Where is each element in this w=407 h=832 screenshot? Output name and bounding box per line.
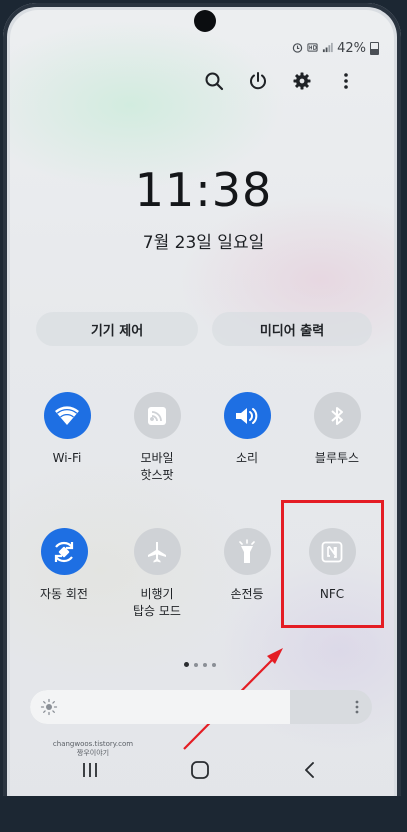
home-button[interactable] (180, 752, 220, 788)
tile-airplane-mode-toggle[interactable] (133, 528, 181, 575)
nfc-highlight-box (281, 500, 384, 628)
search-button[interactable] (195, 64, 233, 98)
power-button[interactable] (239, 64, 277, 98)
brightness-more-icon[interactable] (352, 697, 362, 717)
brightness-slider-fill (30, 690, 290, 724)
alarm-icon (292, 42, 303, 55)
page-indicator (184, 662, 216, 667)
battery-percent: 42% (337, 41, 366, 56)
signal-icon (322, 42, 333, 55)
battery-icon (370, 42, 379, 55)
sound-icon (236, 407, 258, 424)
auto-rotate-icon (54, 541, 74, 562)
page-dot-4 (212, 662, 216, 667)
search-icon (205, 72, 224, 91)
front-camera (194, 10, 216, 32)
tile-bluetooth[interactable]: 블루투스 (292, 392, 382, 467)
clock-date: 7월 23일 일요일 (142, 233, 265, 253)
flashlight-icon (239, 538, 255, 563)
tile-airplane-mode-label: 비행기 탑승 모드 (133, 587, 181, 618)
tile-wifi[interactable]: Wi-Fi (22, 392, 112, 467)
recent-apps-icon (83, 763, 97, 777)
tile-bluetooth-toggle[interactable] (313, 392, 361, 439)
more-vertical-icon (344, 73, 348, 89)
tile-bluetooth-label: 블루투스 (314, 451, 360, 465)
more-options-button[interactable] (327, 64, 365, 98)
tile-wifi-label: Wi-Fi (52, 451, 82, 465)
device-bottom-edge (0, 796, 407, 832)
media-output-button[interactable]: 미디어 출력 (212, 312, 372, 346)
settings-button[interactable] (283, 64, 321, 98)
tile-flashlight-toggle[interactable] (223, 528, 271, 575)
mobile-hotspot-icon (148, 406, 166, 425)
tile-mobile-hotspot[interactable]: 모바일 핫스팟 (112, 392, 202, 484)
tile-flashlight[interactable]: 손전등 (202, 528, 292, 603)
device-control-button[interactable]: 기기 제어 (36, 312, 198, 346)
tile-mobile-hotspot-toggle[interactable] (133, 392, 181, 439)
navigation-bar (0, 752, 407, 792)
brightness-slider[interactable] (30, 690, 372, 724)
page-dot-3 (203, 662, 207, 667)
status-bar: 42% (292, 41, 379, 56)
tile-mobile-hotspot-label: 모바일 핫스팟 (140, 451, 174, 482)
brightness-sun-icon (40, 698, 58, 716)
page-dot-2 (194, 662, 198, 667)
watermark-line1: changwoos.tistory.com (52, 740, 134, 748)
tile-auto-rotate-toggle[interactable] (40, 528, 88, 575)
tile-wifi-toggle[interactable] (43, 392, 91, 439)
tile-auto-rotate-label: 자동 회전 (40, 587, 88, 601)
home-icon (191, 761, 209, 779)
recent-apps-button[interactable] (70, 752, 110, 788)
quick-panel-toolbar (195, 64, 365, 98)
hd-voice-icon (307, 42, 318, 55)
tile-auto-rotate[interactable]: 자동 회전 (19, 528, 109, 603)
clock-time: 11:38 (134, 163, 273, 217)
tile-airplane-mode[interactable]: 비행기 탑승 모드 (112, 528, 202, 620)
tile-sound-label: 소리 (235, 451, 259, 465)
power-icon (250, 72, 266, 90)
settings-gear-icon (293, 72, 311, 90)
tile-sound-toggle[interactable] (223, 392, 271, 439)
back-button[interactable] (290, 752, 330, 788)
tile-flashlight-label: 손전등 (230, 587, 264, 601)
back-icon (305, 762, 314, 778)
bluetooth-icon (331, 406, 343, 425)
airplane-mode-icon (148, 541, 166, 562)
wifi-icon (55, 405, 79, 425)
tile-sound[interactable]: 소리 (202, 392, 292, 467)
page-dot-1 (184, 662, 189, 667)
